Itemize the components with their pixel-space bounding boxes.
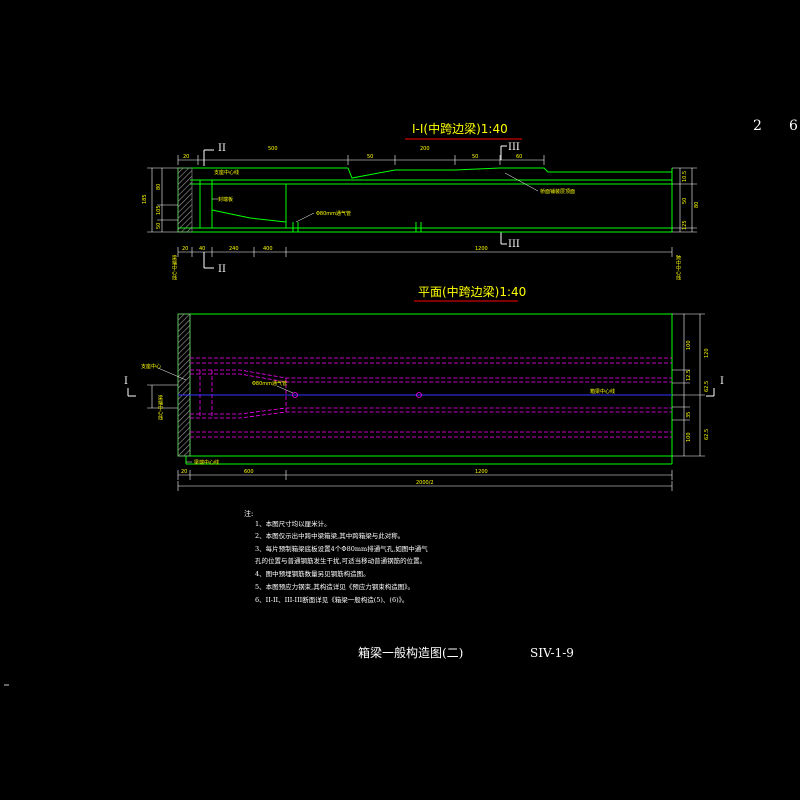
cut-label-iii-bottom: III	[508, 239, 520, 250]
section-bottom-dim-2: 40	[199, 246, 205, 252]
cut-label-iii-top: III	[508, 142, 520, 153]
section-end-label-left: 梁端中心线	[171, 254, 177, 280]
plan-girder-center-label: 箱梁中心线	[590, 388, 615, 395]
section-left-dim-3: 105	[156, 205, 162, 215]
section-left-dim-4: 50	[156, 223, 162, 229]
notes-heading: 注:	[244, 509, 253, 518]
section-vent-label: Φ80mm通气管	[316, 210, 351, 217]
note-item-5: 4、图中预埋钢筋数量另见钢筋构造图。	[255, 569, 370, 578]
section-top-dims	[177, 155, 545, 165]
plan-left-end-label-1: 梁端中心线	[157, 394, 163, 420]
cad-drawing: 2 6 I-I(中跨边梁)1:40 20 500 50 200 50 60 II	[4, 118, 798, 686]
cut-marker-iii-top	[500, 145, 507, 160]
section-vent-leader	[295, 212, 315, 223]
note-item-6: 5、本图预应力钢束,其构造详见《预应力钢束构造图》。	[255, 582, 414, 591]
section-bottom-dim-6: 1200	[475, 246, 488, 252]
section-top-dim-4: 200	[420, 146, 430, 152]
section-bottom-dim-3: 240	[229, 246, 239, 252]
section-right-dim-1: 10.5	[682, 171, 688, 182]
section-top-dim-1: 20	[183, 154, 189, 160]
section-support-center-label: 支座中心线	[214, 169, 239, 176]
section-bottom-dim-1: 20	[182, 246, 188, 252]
cut-marker-ii-bottom	[203, 252, 214, 269]
plan-right-dim-inner-1: 62.5	[704, 381, 710, 392]
section-top-dim-3: 50	[367, 154, 373, 160]
plan-left-label-end: 梁端中心线	[194, 459, 219, 466]
plan-bottom-dim-3: 1200	[475, 469, 488, 475]
page-number: 2	[753, 118, 762, 134]
title-block: 箱梁一般构造图(二) SIV-1-9	[358, 645, 574, 660]
note-item-7: 6、II-II、III-III断面详见《箱梁一般构造(5)、(6)》。	[255, 595, 408, 604]
plan-right-dim-3: 12.5	[686, 370, 692, 381]
note-item-1: 1、本图尺寸均以厘米计。	[255, 519, 331, 528]
plan-title: 平面(中跨边梁)1:40	[418, 284, 526, 299]
plan-vent-label: Φ80mm通气管	[252, 380, 287, 387]
note-item-4: 孔的位置与普通钢筋发生干扰,可适当移动普通钢筋的位置。	[255, 556, 426, 565]
section-bottom-dim-4: 400	[263, 246, 273, 252]
plan-cut-marker-left	[127, 388, 136, 397]
drawing-title: 箱梁一般构造图(二)	[358, 645, 463, 660]
section-right-dim-3: 80	[694, 202, 700, 208]
plan-cut-label-right: I	[720, 376, 724, 387]
plan-right-dim-4: 35	[686, 412, 692, 418]
cut-marker-iii-bottom	[500, 232, 507, 245]
plan-cut-label-left: I	[124, 376, 128, 387]
plan-vent-leader	[276, 385, 294, 394]
plan-overall-dim: 2000/2	[416, 480, 434, 486]
section-deck-label: 桥面铺装层顶面	[540, 188, 575, 195]
section-girder-outline	[177, 167, 673, 233]
note-item-2: 2、本图仅示出中跨中梁箱梁,其中跨箱梁与此对称。	[255, 531, 404, 540]
notes-block: 注: 1、本图尺寸均以厘米计。 2、本图仅示出中跨中梁箱梁,其中跨箱梁与此对称。…	[244, 509, 428, 604]
plan-right-dim-5: 100	[686, 432, 692, 442]
section-left-dim-2: 80	[156, 184, 162, 190]
plan-bottom-dim-2: 600	[244, 469, 254, 475]
section-deck-leader	[504, 172, 539, 192]
plan-left-label-support: 支座中心	[141, 363, 161, 370]
section-abutment-hatch	[177, 167, 193, 233]
section-bottom-dims	[177, 247, 673, 257]
drawing-number: SIV-1-9	[530, 646, 574, 660]
section-end-label-right: 跨中中心线	[675, 254, 681, 280]
plan-tendons	[190, 357, 672, 438]
section-end-block-label: 封端板	[218, 196, 233, 203]
cut-label-ii-bottom: II	[218, 264, 226, 275]
plan-right-dim-1: 100	[686, 340, 692, 350]
section-top-dim-5: 50	[472, 154, 478, 160]
section-left-dim-1: 185	[142, 194, 148, 204]
section-title: I-I(中跨边梁)1:40	[412, 121, 508, 136]
plan-right-dim-2: 120	[704, 348, 710, 358]
page-total: 6	[789, 118, 798, 134]
section-view: I-I(中跨边梁)1:40 20 500 50 200 50 60 II II …	[142, 121, 700, 280]
section-left-dims	[147, 167, 178, 233]
note-item-3: 3、每片预制箱梁底板设置4个Φ80mm排通气孔,如图中通气	[255, 544, 428, 553]
plan-right-dim-inner-2: 62.5	[704, 429, 710, 440]
section-right-dim-2: 50	[682, 198, 688, 204]
plan-abutment-hatch	[177, 313, 191, 457]
section-top-dim-6: 60	[516, 154, 522, 160]
cut-label-ii-top: II	[218, 143, 226, 154]
plan-view: 平面(中跨边梁)1:40 Φ80mm通气管 箱梁中心线 支座中心 梁端中心线 梁…	[124, 284, 724, 491]
section-right-dim-4: 125	[682, 220, 688, 230]
cut-marker-ii-top	[203, 149, 214, 166]
section-top-dim-2: 500	[268, 146, 278, 152]
plan-bottom-dim-1: 20	[181, 469, 187, 475]
